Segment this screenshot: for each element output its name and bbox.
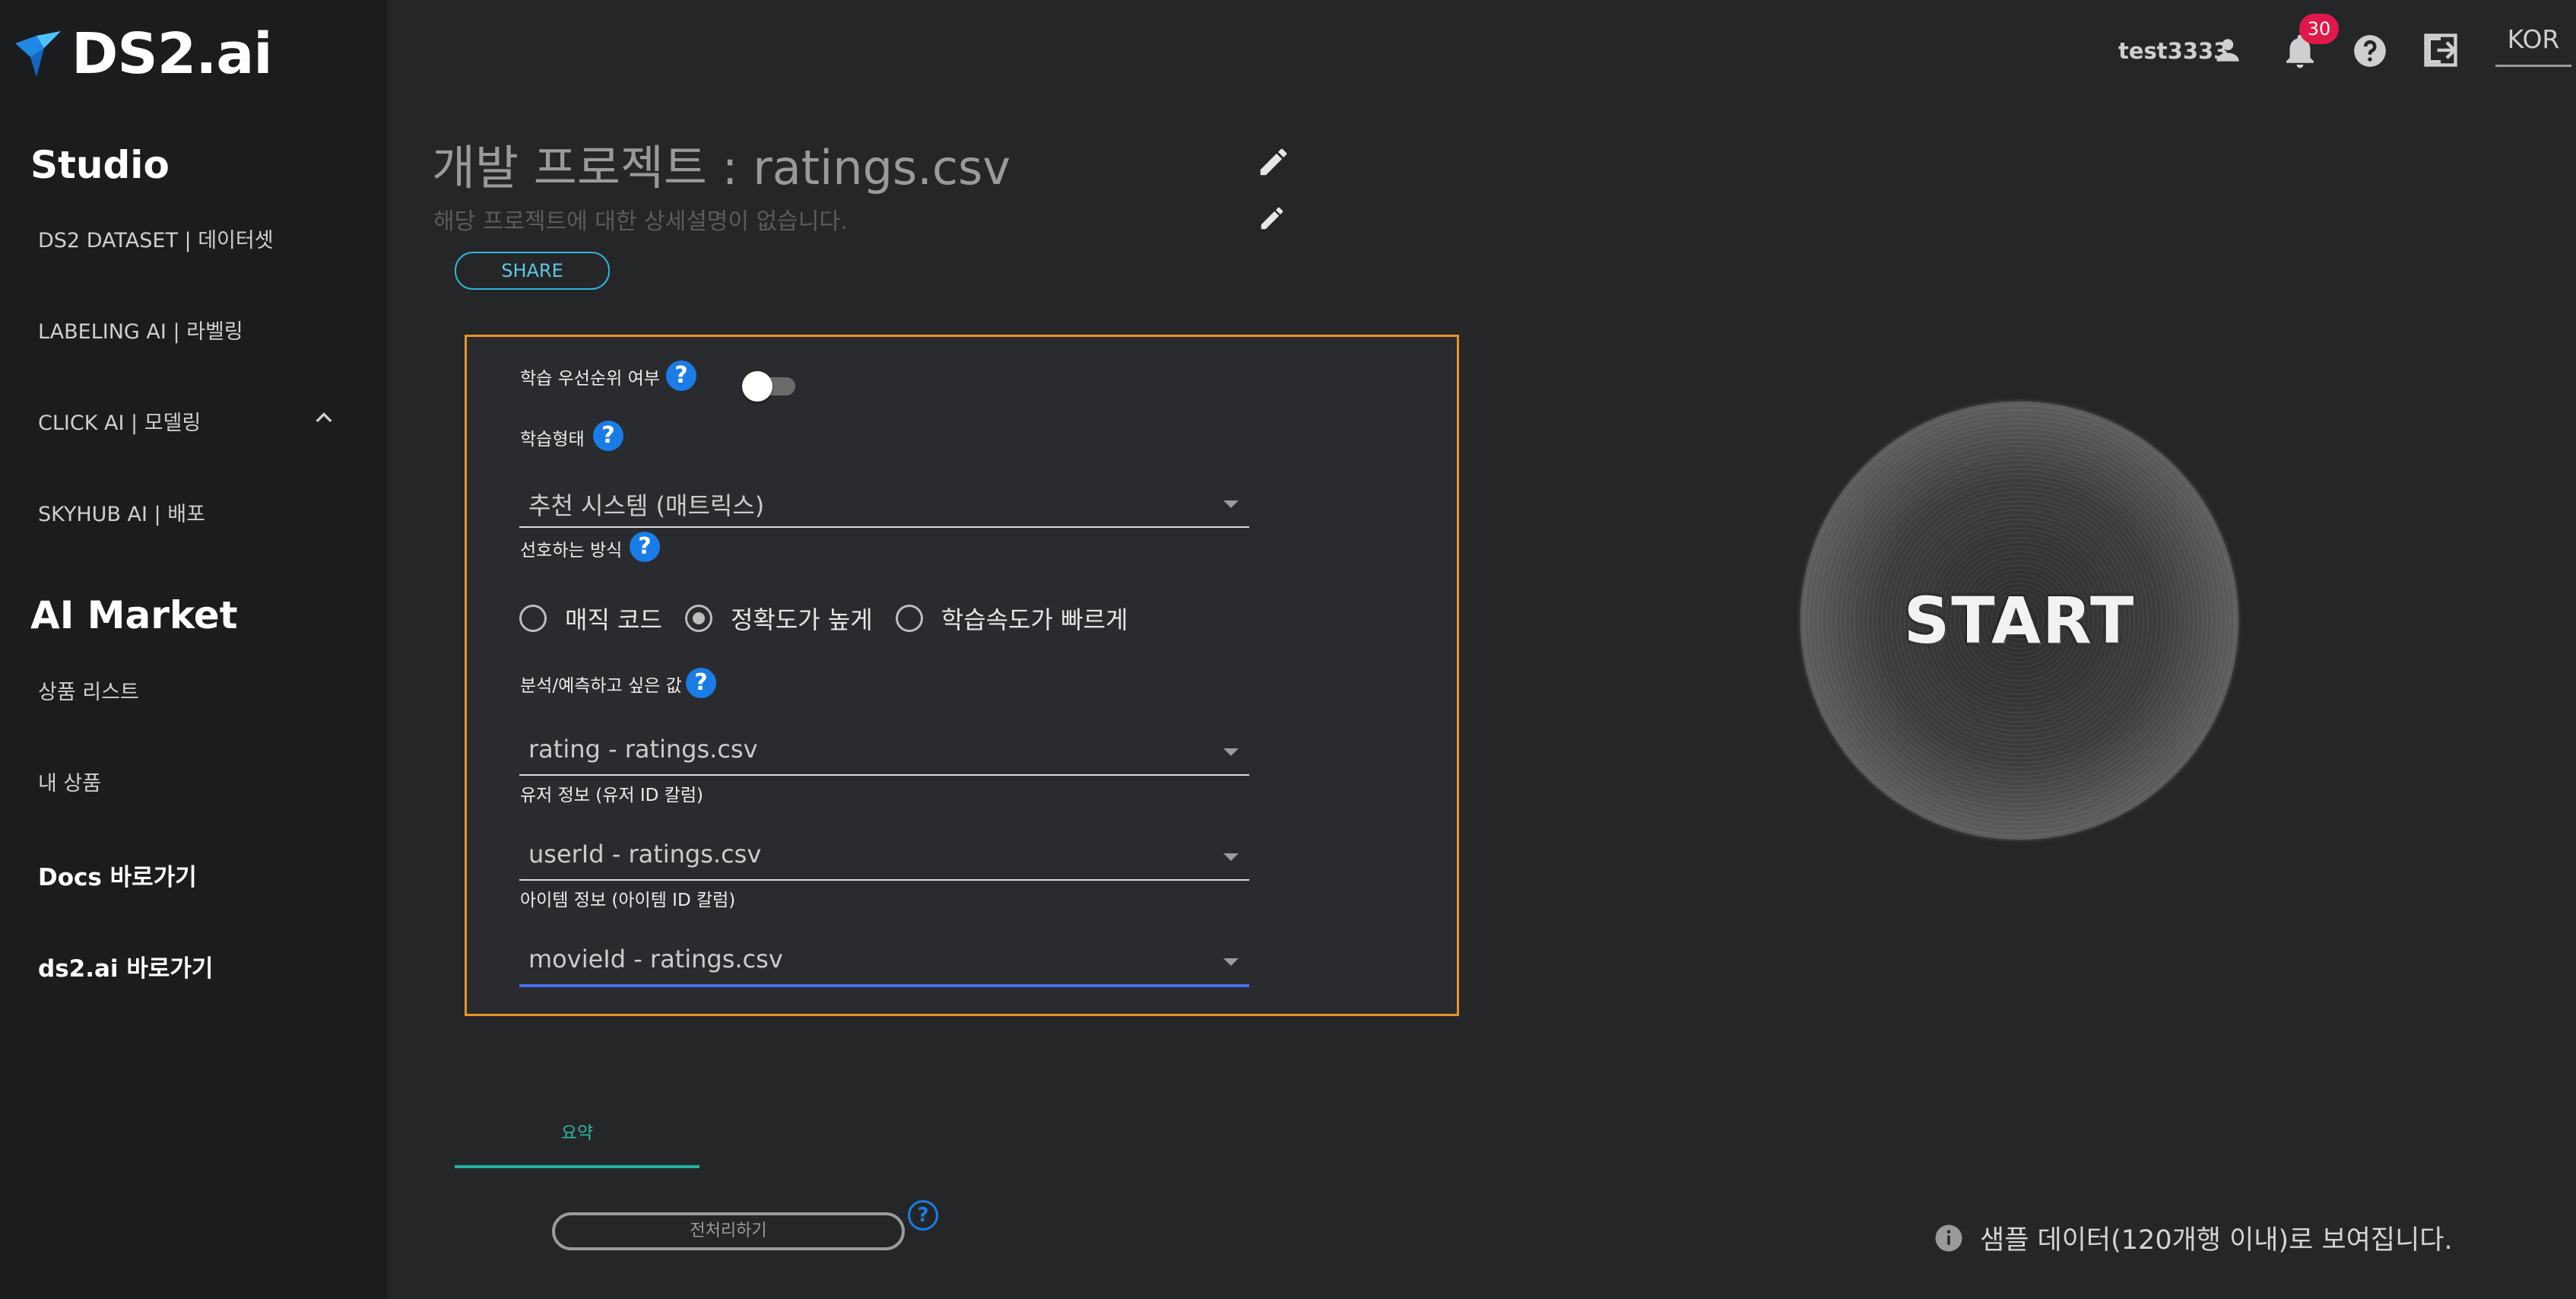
learning-type-select[interactable]: 추천 시스템 (매트릭스) [519, 479, 1249, 528]
chevron-up-icon[interactable] [312, 406, 336, 430]
item-info-value: movieId - ratings.csv [528, 945, 783, 973]
sample-notice: 샘플 데이터(120개행 이내)로 보여집니다. [1933, 1218, 2453, 1257]
start-button[interactable]: START [1800, 402, 2238, 840]
radio-label: 매직 코드 [565, 605, 662, 634]
nav-ds2ai-link[interactable]: ds2.ai 바로가기 [38, 949, 213, 983]
project-title: 개발 프로젝트 : ratings.csv [432, 140, 1011, 195]
radio-circle [519, 605, 547, 632]
user-info-label: 유저 정보 (유저 ID 칼럼) [520, 786, 703, 805]
item-info-select[interactable]: movieId - ratings.csv [519, 937, 1249, 987]
user-info-value: userId - ratings.csv [528, 840, 762, 869]
notification-badge: 30 [2299, 14, 2339, 44]
target-label: 분석/예측하고 싶은 값 [520, 676, 682, 696]
logout-icon[interactable] [2421, 30, 2460, 70]
ds2-logo-icon [15, 31, 61, 77]
radio-label: 정확도가 높게 [730, 605, 873, 634]
dropdown-arrow-icon [1223, 853, 1239, 861]
item-info-label: 아이템 정보 (아이템 ID 칼럼) [520, 891, 736, 910]
sample-notice-text: 샘플 데이터(120개행 이내)로 보여집니다. [1980, 1225, 2453, 1256]
dropdown-arrow-icon [1223, 958, 1239, 966]
share-button[interactable]: SHARE [455, 252, 610, 290]
nav-labeling-ai[interactable]: LABELING AI | 라벨링 [38, 315, 243, 345]
help-icon[interactable] [2351, 32, 2389, 70]
dropdown-arrow-icon [1223, 500, 1239, 508]
radio-circle [895, 605, 923, 632]
nav-skyhub-ai[interactable]: SKYHUB AI | 배포 [38, 497, 205, 527]
priority-toggle[interactable] [742, 371, 795, 402]
edit-title-icon[interactable] [1256, 145, 1291, 179]
tab-summary[interactable]: 요약 [455, 1118, 700, 1168]
radio-high-accuracy[interactable]: 정확도가 높게 [684, 601, 873, 636]
method-radio-group: 매직 코드 정확도가 높게 학습속도가 빠르게 [519, 601, 1150, 636]
preferred-method-label: 선호하는 방식 [520, 541, 623, 561]
target-value: rating - ratings.csv [528, 735, 758, 764]
learning-type-label: 학습형태 [520, 430, 585, 449]
radio-fast-training[interactable]: 학습속도가 빠르게 [895, 601, 1128, 636]
start-label: START [1903, 583, 2136, 658]
nav-docs-link[interactable]: Docs 바로가기 [38, 858, 197, 892]
radio-magic-code[interactable]: 매직 코드 [519, 601, 662, 636]
logo[interactable]: DS2.ai [14, 21, 273, 87]
user-icon[interactable] [2211, 33, 2244, 67]
learning-type-help-icon[interactable]: ? [593, 421, 623, 451]
toggle-knob [742, 371, 772, 402]
target-select[interactable]: rating - ratings.csv [519, 727, 1249, 776]
nav-click-ai[interactable]: CLICK AI | 모델링 [38, 406, 201, 436]
info-icon [1935, 1224, 1962, 1251]
learning-type-value: 추천 시스템 (매트릭스) [528, 491, 765, 520]
nav-product-list[interactable]: 상품 리스트 [38, 675, 139, 705]
priority-help-icon[interactable]: ? [666, 360, 696, 391]
edit-description-icon[interactable] [1258, 204, 1286, 233]
nav-my-products[interactable]: 내 상품 [38, 767, 101, 796]
priority-label: 학습 우선순위 여부 [520, 369, 660, 389]
target-help-icon[interactable]: ? [686, 668, 716, 698]
preprocess-help-icon[interactable]: ? [908, 1200, 938, 1231]
dropdown-arrow-icon [1223, 748, 1239, 756]
logo-text: DS2.ai [71, 21, 273, 87]
project-description: 해당 프로젝트에 대한 상세설명이 없습니다. [433, 208, 848, 235]
studio-section-title: Studio [30, 143, 170, 187]
preprocess-button[interactable]: 전처리하기 [552, 1212, 905, 1250]
language-selector[interactable]: KOR [2495, 24, 2571, 67]
nav-ds2-dataset[interactable]: DS2 DATASET | 데이터셋 [38, 224, 274, 253]
ai-market-section-title: AI Market [30, 593, 238, 637]
radio-label: 학습속도가 빠르게 [941, 605, 1128, 634]
radio-circle-selected [684, 605, 712, 632]
sidebar: DS2.ai Studio DS2 DATASET | 데이터셋 LABELIN… [0, 0, 388, 1299]
user-info-select[interactable]: userId - ratings.csv [519, 832, 1249, 881]
preferred-method-help-icon[interactable]: ? [630, 532, 660, 562]
